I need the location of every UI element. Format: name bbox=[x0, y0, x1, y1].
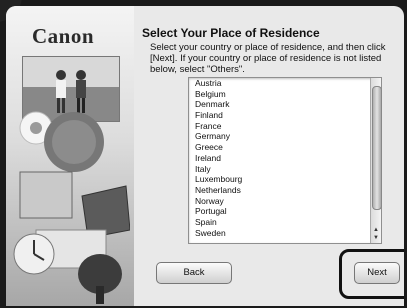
list-item[interactable]: Austria bbox=[189, 78, 381, 89]
next-button[interactable]: Next bbox=[354, 262, 400, 284]
country-listbox[interactable]: Austria Belgium Denmark Finland France G… bbox=[188, 77, 382, 244]
list-item[interactable]: Finland bbox=[189, 110, 381, 121]
list-item[interactable]: Sweden bbox=[189, 228, 381, 239]
vertical-scrollbar[interactable]: ▲ ▼ bbox=[370, 78, 382, 243]
instruction-text: Select your country or place of residenc… bbox=[150, 42, 386, 75]
list-item[interactable]: Germany bbox=[189, 131, 381, 142]
image-collage bbox=[13, 111, 130, 304]
list-item[interactable]: Netherlands bbox=[189, 185, 381, 196]
scroll-up-arrow-icon[interactable]: ▲ bbox=[371, 226, 381, 234]
list-item[interactable]: Portugal bbox=[189, 206, 381, 217]
page-title: Select Your Place of Residence bbox=[142, 26, 320, 40]
list-item[interactable]: France bbox=[189, 121, 381, 132]
scroll-down-arrow-icon[interactable]: ▼ bbox=[371, 234, 381, 242]
list-item[interactable]: Luxembourg bbox=[189, 174, 381, 185]
list-item[interactable]: Denmark bbox=[189, 99, 381, 110]
back-button[interactable]: Back bbox=[156, 262, 232, 284]
list-item[interactable]: Italy bbox=[189, 164, 381, 175]
list-item[interactable]: Norway bbox=[189, 196, 381, 207]
list-item[interactable]: Ireland bbox=[189, 153, 381, 164]
list-item[interactable]: Belgium bbox=[189, 89, 381, 100]
scrollbar-thumb[interactable] bbox=[372, 86, 382, 210]
brand-panel: Canon bbox=[6, 6, 134, 306]
canon-logo: Canon bbox=[32, 24, 95, 48]
installer-window: Canon Select Your Place of Residence Sel… bbox=[0, 0, 407, 308]
list-item[interactable]: Greece bbox=[189, 142, 381, 153]
content-panel: Select Your Place of Residence Select yo… bbox=[136, 6, 404, 306]
dialog-frame: Canon Select Your Place of Residence Sel… bbox=[6, 6, 404, 306]
list-item[interactable]: Spain bbox=[189, 217, 381, 228]
